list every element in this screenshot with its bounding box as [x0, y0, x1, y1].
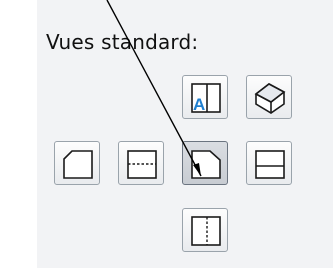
view-left-button[interactable] [54, 141, 100, 185]
left-view-icon [63, 150, 93, 179]
view-back-button[interactable] [118, 141, 164, 185]
back-view-icon [127, 150, 157, 179]
view-front-button[interactable] [182, 141, 228, 185]
view-isometric-button[interactable] [246, 75, 292, 119]
view-top-button[interactable]: A [182, 75, 228, 119]
isometric-view-icon [254, 83, 286, 114]
bottom-view-icon [191, 216, 221, 246]
svg-text:A: A [193, 95, 205, 114]
right-view-icon [255, 150, 285, 179]
front-view-icon [191, 150, 221, 179]
view-bottom-button[interactable] [182, 208, 228, 252]
standard-views-title: Vues standard: [46, 30, 199, 54]
top-view-icon: A [191, 83, 221, 114]
view-right-button[interactable] [246, 141, 292, 185]
